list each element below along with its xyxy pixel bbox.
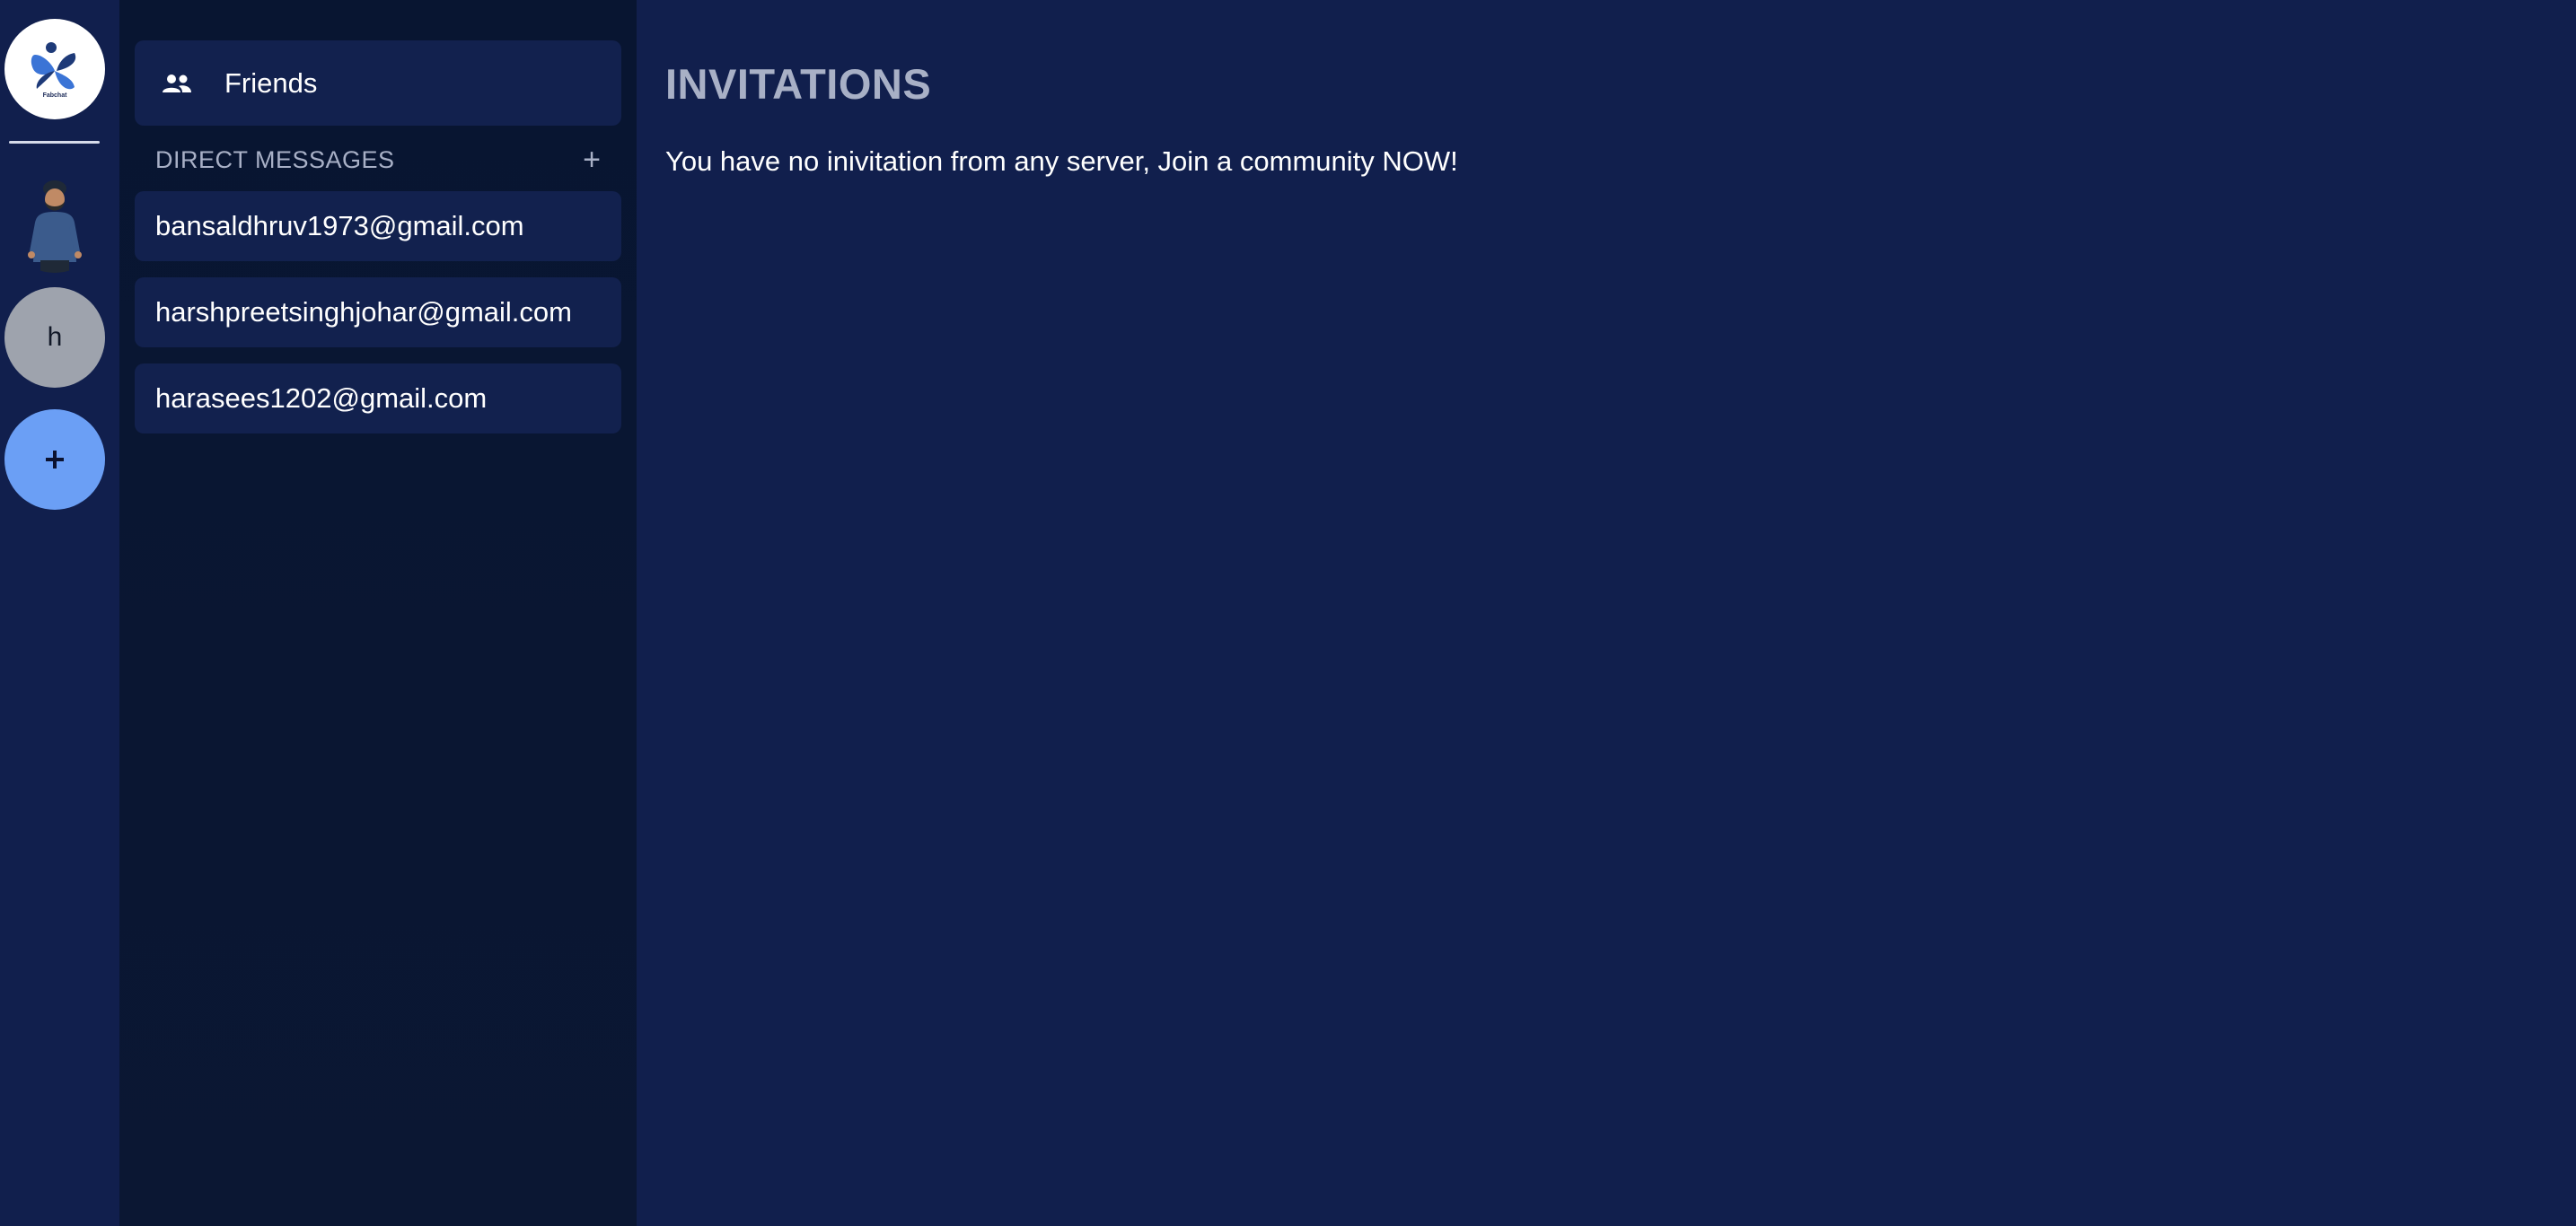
- dm-item-label: bansaldhruv1973@gmail.com: [155, 210, 524, 241]
- rail-divider: [9, 141, 100, 144]
- main-content: INVITATIONS You have no inivitation from…: [637, 0, 2576, 1226]
- direct-messages-header: DIRECT MESSAGES +: [155, 142, 604, 178]
- server-h-label: h: [47, 322, 63, 352]
- dm-item[interactable]: harasees1202@gmail.com: [135, 363, 621, 433]
- app-root: Fabchat h Friends DIRECT MESSAGES + bans…: [0, 0, 2576, 1226]
- add-dm-button[interactable]: +: [583, 144, 601, 175]
- user-avatar-icon: [28, 180, 82, 273]
- friends-icon: [162, 68, 192, 99]
- server-h-button[interactable]: h: [4, 287, 105, 388]
- add-server-button[interactable]: [4, 409, 105, 510]
- direct-messages-title: DIRECT MESSAGES: [155, 145, 395, 173]
- user-avatar-button[interactable]: [4, 172, 105, 273]
- dm-item[interactable]: bansaldhruv1973@gmail.com: [135, 191, 621, 261]
- direct-messages-panel: Friends DIRECT MESSAGES + bansaldhruv197…: [119, 0, 637, 1226]
- friends-nav-item[interactable]: Friends: [135, 40, 621, 126]
- dm-item-label: harshpreetsinghjohar@gmail.com: [155, 296, 572, 328]
- dm-item[interactable]: harshpreetsinghjohar@gmail.com: [135, 277, 621, 347]
- logo-text: Fabchat: [42, 92, 67, 99]
- dm-item-label: harasees1202@gmail.com: [155, 382, 488, 414]
- empty-invitations-message: You have no inivitation from any server,…: [665, 145, 1458, 177]
- app-logo-icon: [31, 41, 76, 89]
- app-logo-button[interactable]: Fabchat: [4, 19, 105, 119]
- plus-icon: [46, 451, 64, 469]
- page-title: INVITATIONS: [665, 60, 932, 108]
- server-rail: Fabchat h: [0, 0, 119, 1226]
- friends-label: Friends: [224, 66, 318, 99]
